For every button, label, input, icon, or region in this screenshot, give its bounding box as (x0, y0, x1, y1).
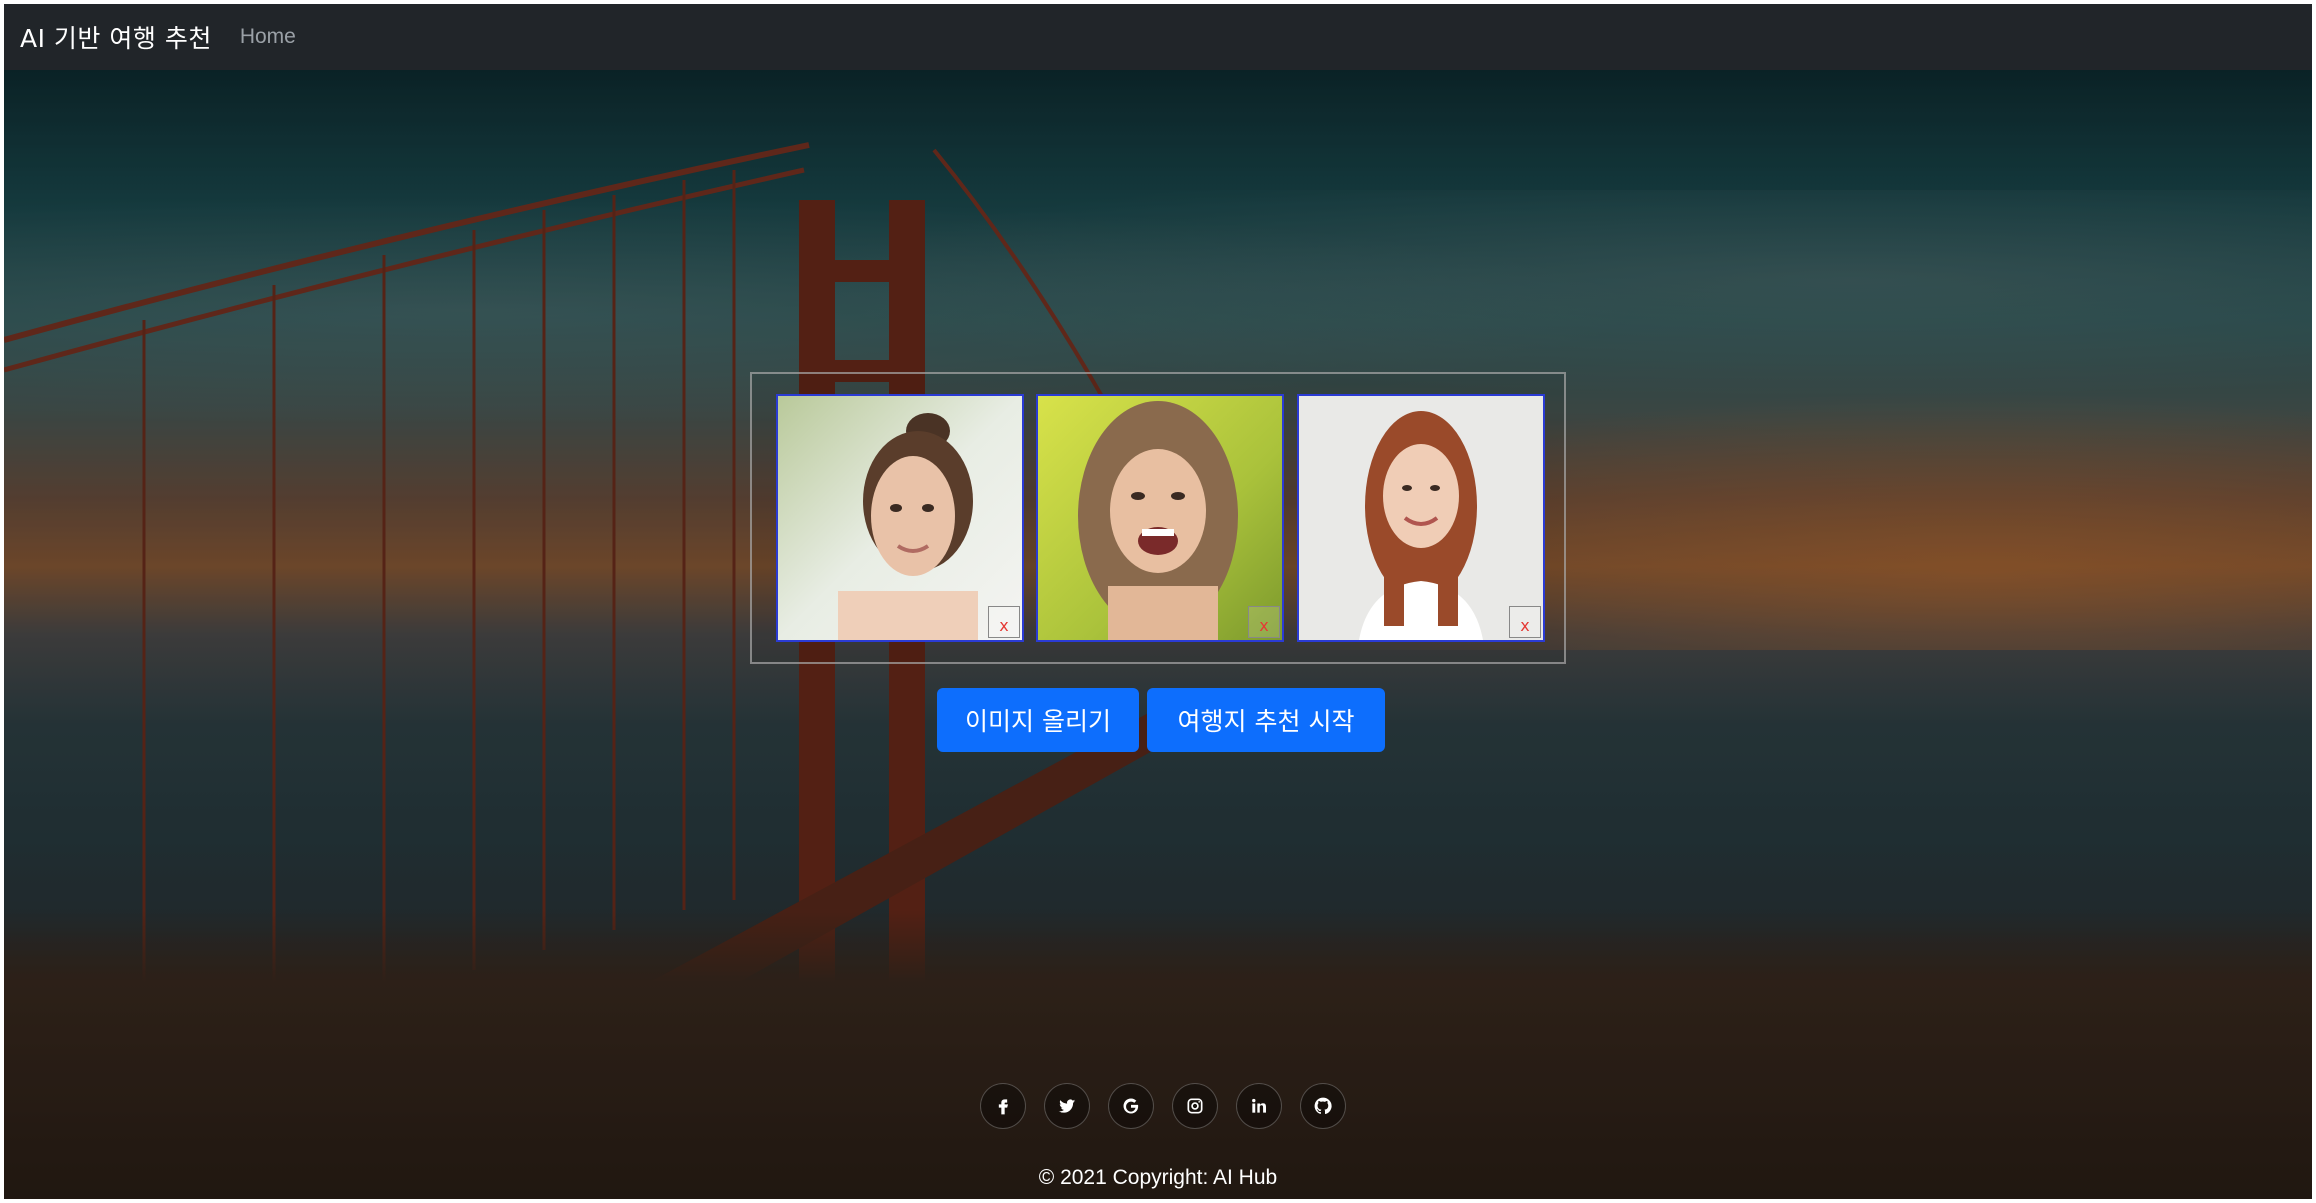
remove-image-3-button[interactable]: x (1509, 606, 1541, 638)
preview-image-1: x (776, 394, 1024, 642)
brand-title[interactable]: AI 기반 여행 추천 (20, 19, 212, 55)
preview-image-2: x (1036, 394, 1284, 642)
remove-image-1-button[interactable]: x (988, 606, 1020, 638)
portrait-photo (1038, 396, 1282, 640)
instagram-icon[interactable] (1172, 1083, 1218, 1129)
preview-image-3: x (1297, 394, 1545, 642)
nav-link-home[interactable]: Home (240, 25, 296, 49)
twitter-icon[interactable] (1044, 1083, 1090, 1129)
linkedin-icon[interactable] (1236, 1083, 1282, 1129)
footer-copyright: © 2021 Copyright: AI Hub (1038, 1166, 1278, 1189)
navbar: AI 기반 여행 추천 Home (4, 4, 2312, 70)
portrait-photo (778, 396, 1022, 640)
google-icon[interactable] (1108, 1083, 1154, 1129)
remove-image-2-button[interactable]: x (1248, 606, 1280, 638)
image-preview-panel: x x x (750, 372, 1566, 664)
upload-images-button[interactable]: 이미지 올리기 (937, 688, 1139, 752)
page-frame: AI 기반 여행 추천 Home x x x 이미지 올리기 여행지 추천 시작… (4, 4, 2312, 1199)
hero-background: x x x 이미지 올리기 여행지 추천 시작 © 2021 Copyright… (4, 70, 2312, 1199)
start-recommendation-button[interactable]: 여행지 추천 시작 (1147, 688, 1385, 752)
facebook-icon[interactable] (980, 1083, 1026, 1129)
social-links (980, 1083, 1346, 1129)
github-icon[interactable] (1300, 1083, 1346, 1129)
portrait-photo (1299, 396, 1543, 640)
